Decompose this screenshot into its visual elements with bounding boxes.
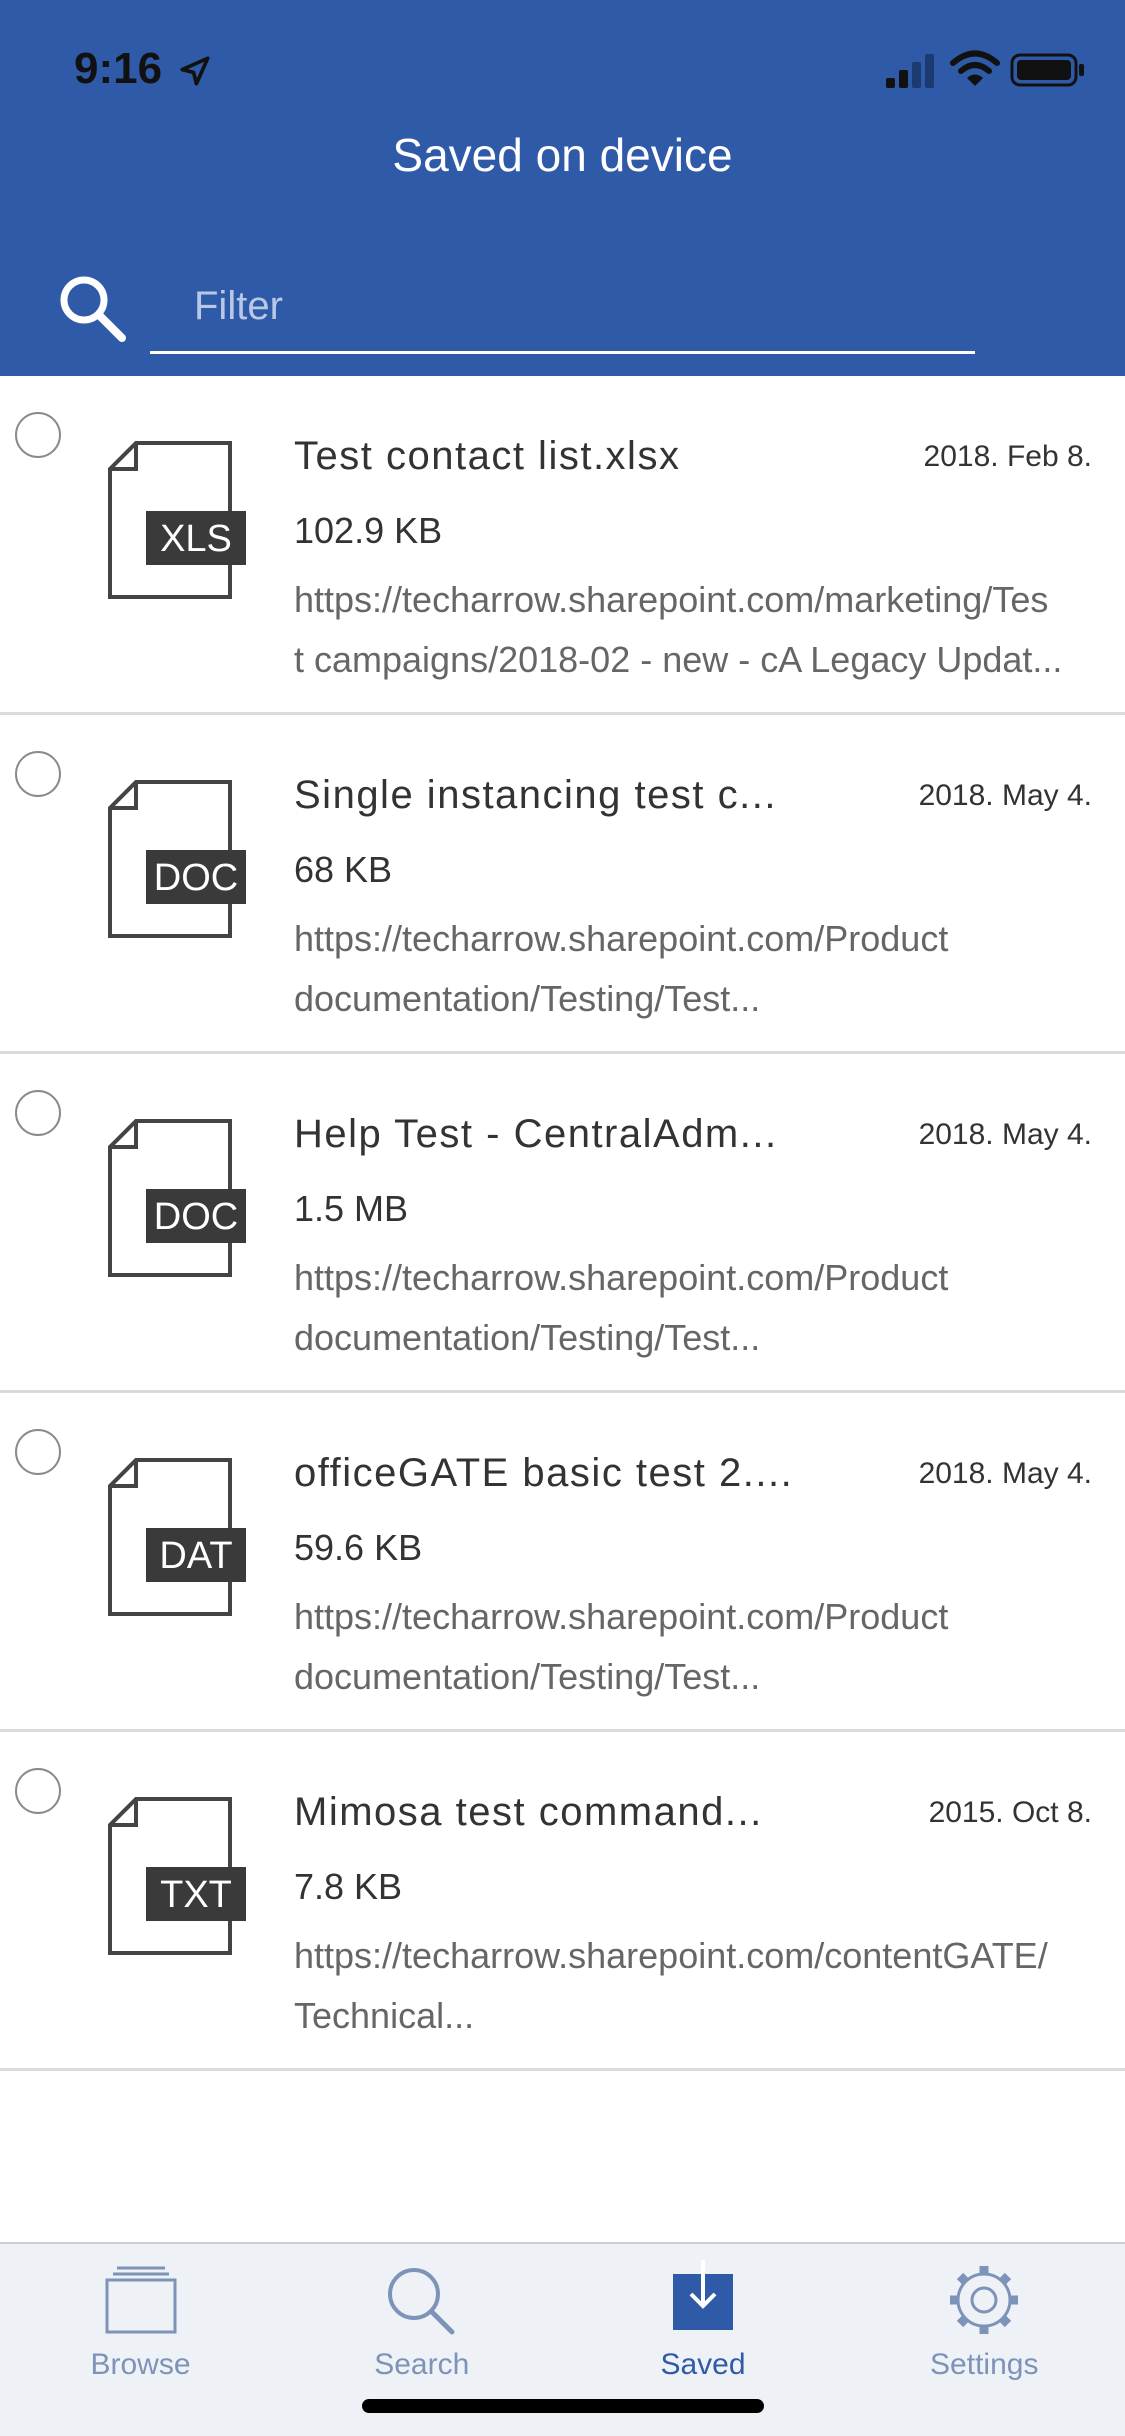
file-date: 2015. Oct 8.	[928, 1796, 1092, 1829]
file-list: XLS Test contact list.xlsx 2018. Feb 8. …	[0, 376, 1125, 2071]
tab-label: Saved	[660, 2348, 746, 2381]
file-row[interactable]: TXT Mimosa test command... 2015. Oct 8. …	[0, 1732, 1125, 2071]
file-size: 7.8 KB	[294, 1866, 403, 1907]
home-indicator	[362, 2399, 764, 2413]
file-date: 2018. Feb 8.	[923, 440, 1092, 473]
file-name: Mimosa test command...	[294, 1790, 763, 1834]
file-type-icon: DAT	[108, 1458, 246, 1616]
file-type-icon: DOC	[108, 1119, 246, 1277]
file-path: https://techarrow.sharepoint.com/Product…	[294, 909, 1120, 1029]
file-row[interactable]: DOC Single instancing test c... 2018. Ma…	[0, 715, 1125, 1054]
file-path-line: t campaigns/2018-02 - new - cA Legacy Up…	[294, 639, 1063, 680]
file-path: https://techarrow.sharepoint.com/content…	[294, 1926, 1120, 2046]
tab-label: Search	[374, 2348, 470, 2381]
tab-saved[interactable]: Saved	[563, 2244, 844, 2394]
battery-icon	[1010, 53, 1084, 87]
search-icon[interactable]	[56, 272, 128, 344]
tab-label: Settings	[930, 2348, 1039, 2381]
file-path: https://techarrow.sharepoint.com/Product…	[294, 1248, 1120, 1368]
file-path-line: https://techarrow.sharepoint.com/Product	[294, 918, 949, 959]
file-name: officeGATE basic test 2....	[294, 1451, 794, 1495]
select-radio[interactable]	[15, 1090, 61, 1136]
file-size: 68 KB	[294, 849, 393, 890]
file-type-label: DOC	[154, 857, 238, 899]
tab-browse[interactable]: Browse	[0, 2244, 281, 2394]
file-path-line: https://techarrow.sharepoint.com/Product	[294, 1596, 949, 1637]
file-row[interactable]: XLS Test contact list.xlsx 2018. Feb 8. …	[0, 376, 1125, 715]
file-name: Test contact list.xlsx	[294, 434, 681, 478]
page-title: Saved on device	[392, 129, 733, 181]
location-arrow-icon	[180, 56, 210, 86]
file-path-line: https://techarrow.sharepoint.com/marketi…	[294, 579, 1049, 620]
file-path-line: documentation/Testing/Test...	[294, 1656, 761, 1697]
file-date: 2018. May 4.	[918, 1118, 1092, 1151]
tab-settings[interactable]: Settings	[844, 2244, 1125, 2394]
app-root: 9:16 Saved on device Filter XLS Test con…	[0, 0, 1125, 2436]
file-path-line: https://techarrow.sharepoint.com/content…	[294, 1935, 1048, 1976]
filter-input[interactable]	[150, 262, 975, 354]
tab-search[interactable]: Search	[281, 2244, 562, 2394]
status-bar: 9:16	[0, 0, 1125, 140]
download-icon	[655, 2260, 751, 2340]
gear-icon	[936, 2260, 1032, 2340]
file-type-label: DAT	[159, 1535, 232, 1577]
file-path-line: Technical...	[294, 1995, 475, 2036]
file-path: https://techarrow.sharepoint.com/Product…	[294, 1587, 1120, 1707]
file-path-line: documentation/Testing/Test...	[294, 978, 761, 1019]
select-radio[interactable]	[15, 1768, 61, 1814]
file-size: 102.9 KB	[294, 510, 443, 551]
file-type-label: TXT	[160, 1874, 232, 1916]
file-path-line: https://techarrow.sharepoint.com/Product	[294, 1257, 949, 1298]
status-time: 9:16	[74, 44, 163, 93]
header: 9:16 Saved on device	[0, 0, 1125, 376]
file-type-label: DOC	[154, 1196, 238, 1238]
file-name: Help Test - CentralAdm...	[294, 1112, 778, 1156]
file-date: 2018. May 4.	[918, 1457, 1092, 1490]
select-radio[interactable]	[15, 751, 61, 797]
tab-label: Browse	[90, 2348, 191, 2381]
file-type-label: XLS	[160, 518, 232, 560]
file-type-icon: TXT	[108, 1797, 246, 1955]
wifi-icon	[950, 50, 1000, 86]
file-name: Single instancing test c...	[294, 773, 777, 817]
file-type-icon: XLS	[108, 441, 246, 599]
file-path-line: documentation/Testing/Test...	[294, 1317, 761, 1358]
folder-icon	[93, 2260, 189, 2340]
select-radio[interactable]	[15, 1429, 61, 1475]
file-row[interactable]: DOC Help Test - CentralAdm... 2018. May …	[0, 1054, 1125, 1393]
signal-icon	[886, 54, 934, 88]
file-row[interactable]: DAT officeGATE basic test 2.... 2018. Ma…	[0, 1393, 1125, 1732]
file-date: 2018. May 4.	[918, 779, 1092, 812]
file-type-icon: DOC	[108, 780, 246, 938]
search-icon	[374, 2260, 470, 2340]
file-size: 1.5 MB	[294, 1188, 409, 1229]
select-radio[interactable]	[15, 412, 61, 458]
file-size: 59.6 KB	[294, 1527, 423, 1568]
file-path: https://techarrow.sharepoint.com/marketi…	[294, 570, 1120, 690]
